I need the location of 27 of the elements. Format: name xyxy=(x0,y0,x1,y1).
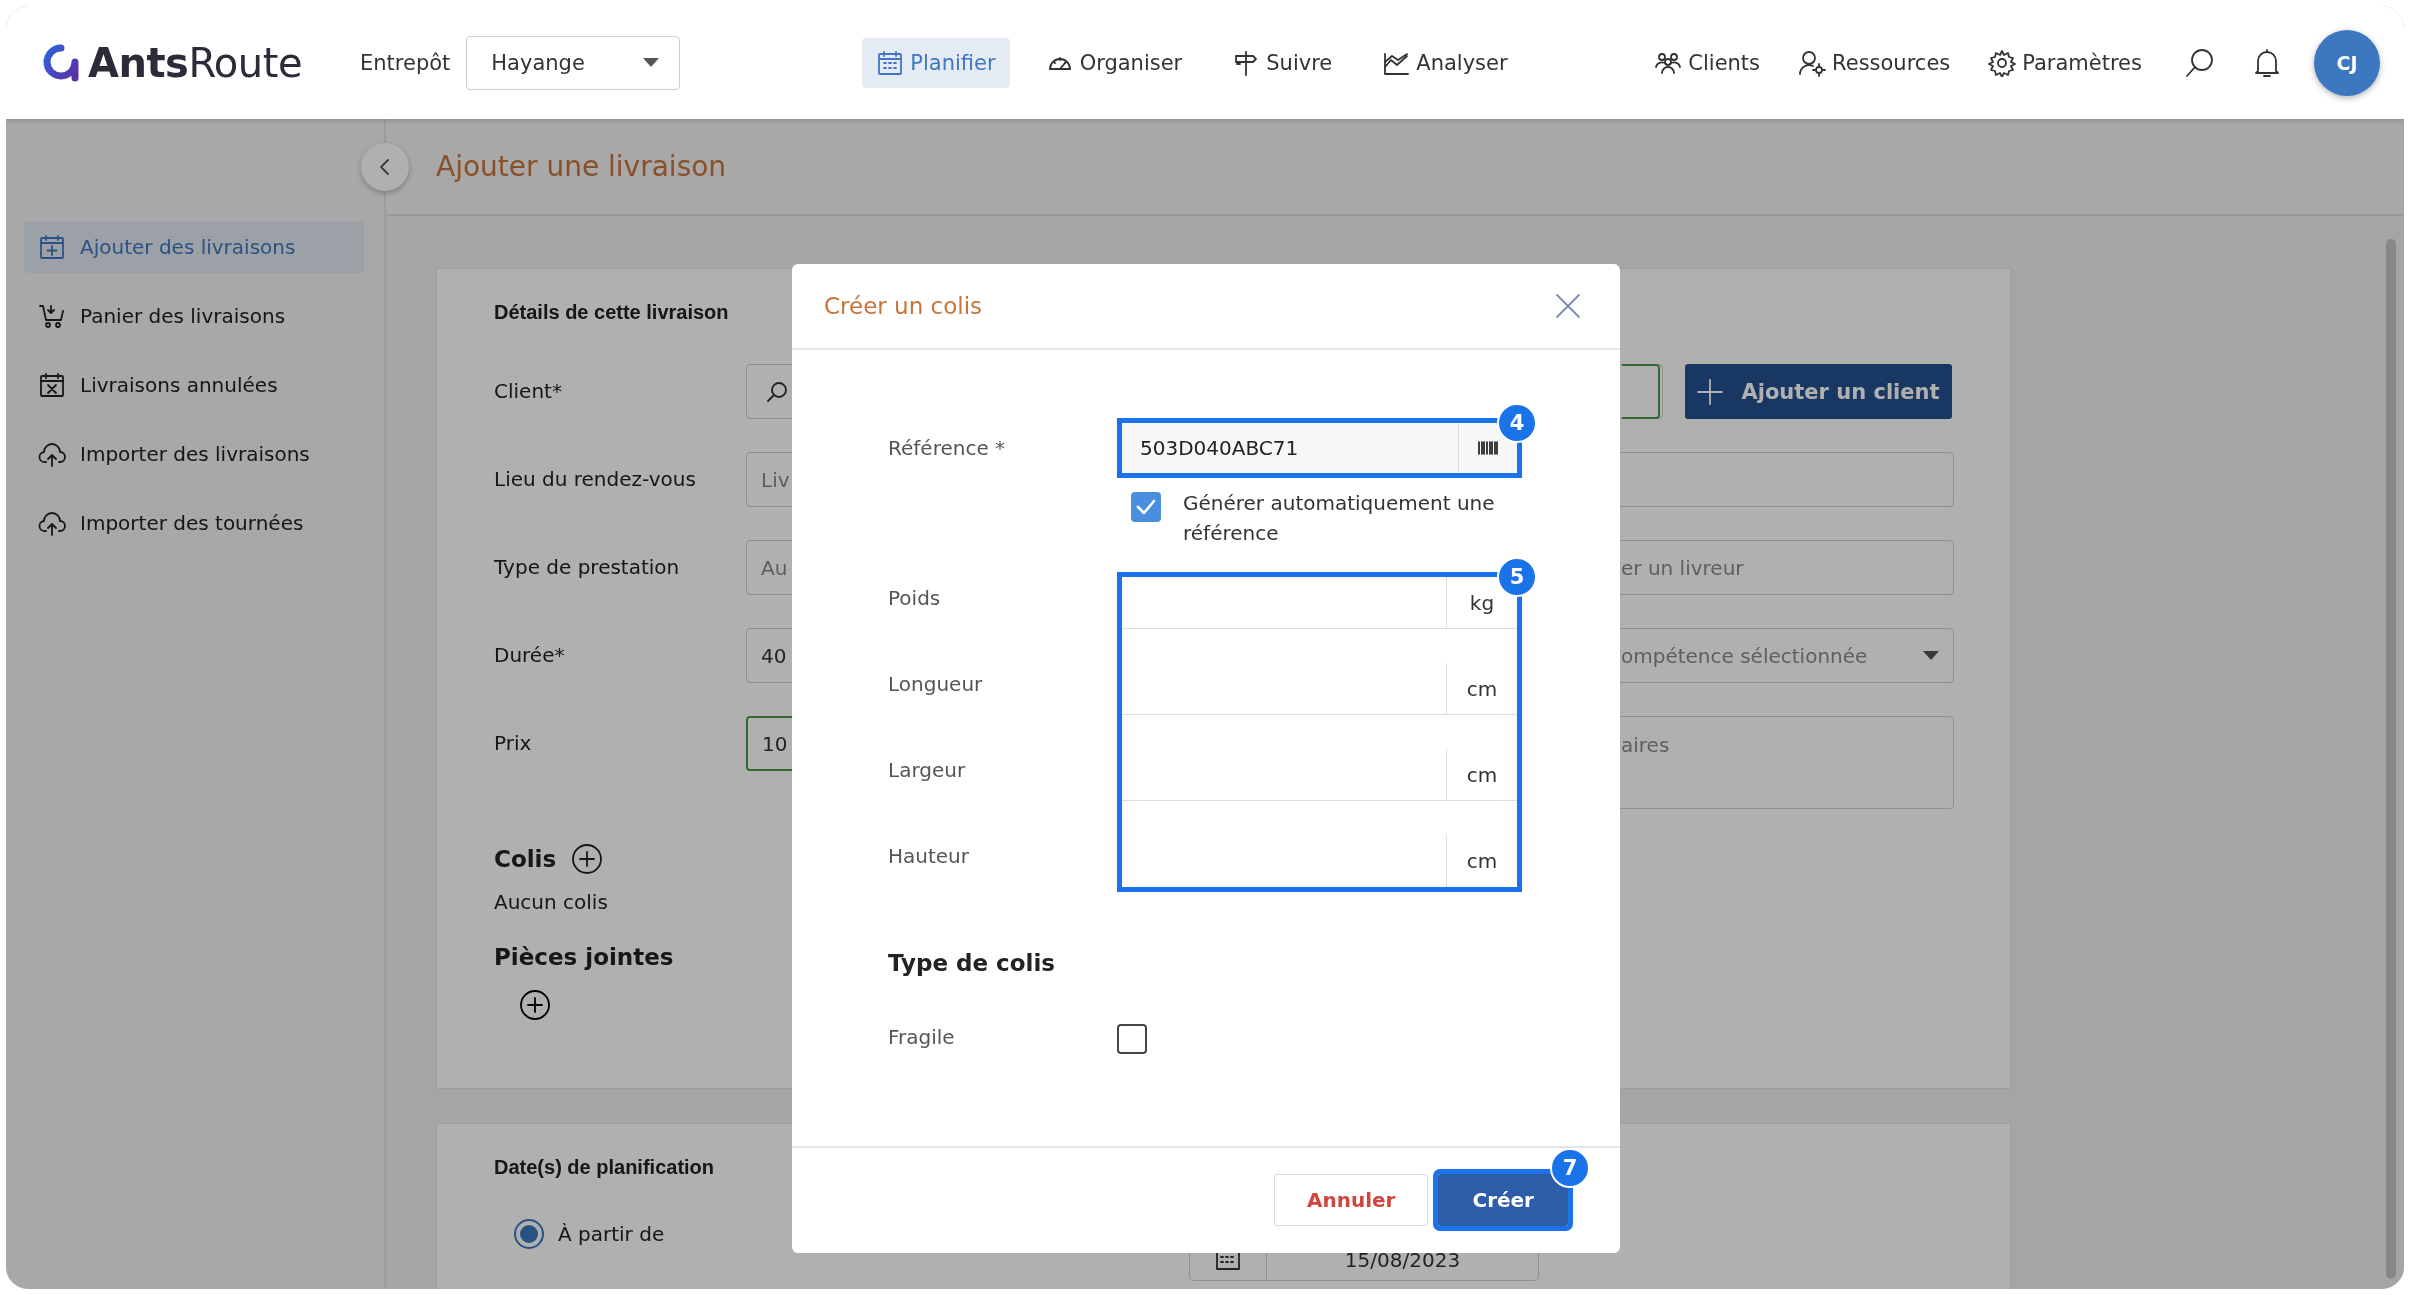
section-title: Date(s) de planification xyxy=(494,1156,715,1179)
section-title: Type de colis xyxy=(888,950,1056,976)
page-title: Ajouter une livraison xyxy=(436,150,727,183)
unit-label: cm xyxy=(1446,663,1517,714)
section-title: Détails de cette livraison xyxy=(494,301,729,324)
field-label: Lieu du rendez-vous xyxy=(494,466,697,493)
step-badge: 7 xyxy=(1550,1147,1590,1188)
logo-text: AntsRoute xyxy=(88,39,302,86)
field-label: Référence * xyxy=(888,436,1007,460)
checkbox-label: Générer automatiquement une référence xyxy=(1183,490,1496,547)
step-badge: 4 xyxy=(1497,403,1537,443)
warehouse-label: Entrepôt xyxy=(360,50,451,75)
modal-title: Créer un colis xyxy=(824,293,983,319)
empty-text: Aucun colis xyxy=(494,890,609,914)
field-label: Longueur xyxy=(888,671,984,698)
section-title: Pièces jointes xyxy=(494,944,674,970)
unit-label: cm xyxy=(1446,835,1517,887)
field-label: Prix xyxy=(494,730,533,757)
section-title: Colis xyxy=(494,846,557,872)
field-label: Type de prestation xyxy=(494,554,681,581)
field-label: Client* xyxy=(494,378,563,405)
field-label: Largeur xyxy=(888,757,967,784)
field-label: Durée* xyxy=(494,642,566,669)
field-label: Poids xyxy=(888,585,942,612)
field-label: Hauteur xyxy=(888,843,970,870)
field-label: Fragile xyxy=(888,1025,956,1049)
unit-label: cm xyxy=(1446,749,1517,800)
